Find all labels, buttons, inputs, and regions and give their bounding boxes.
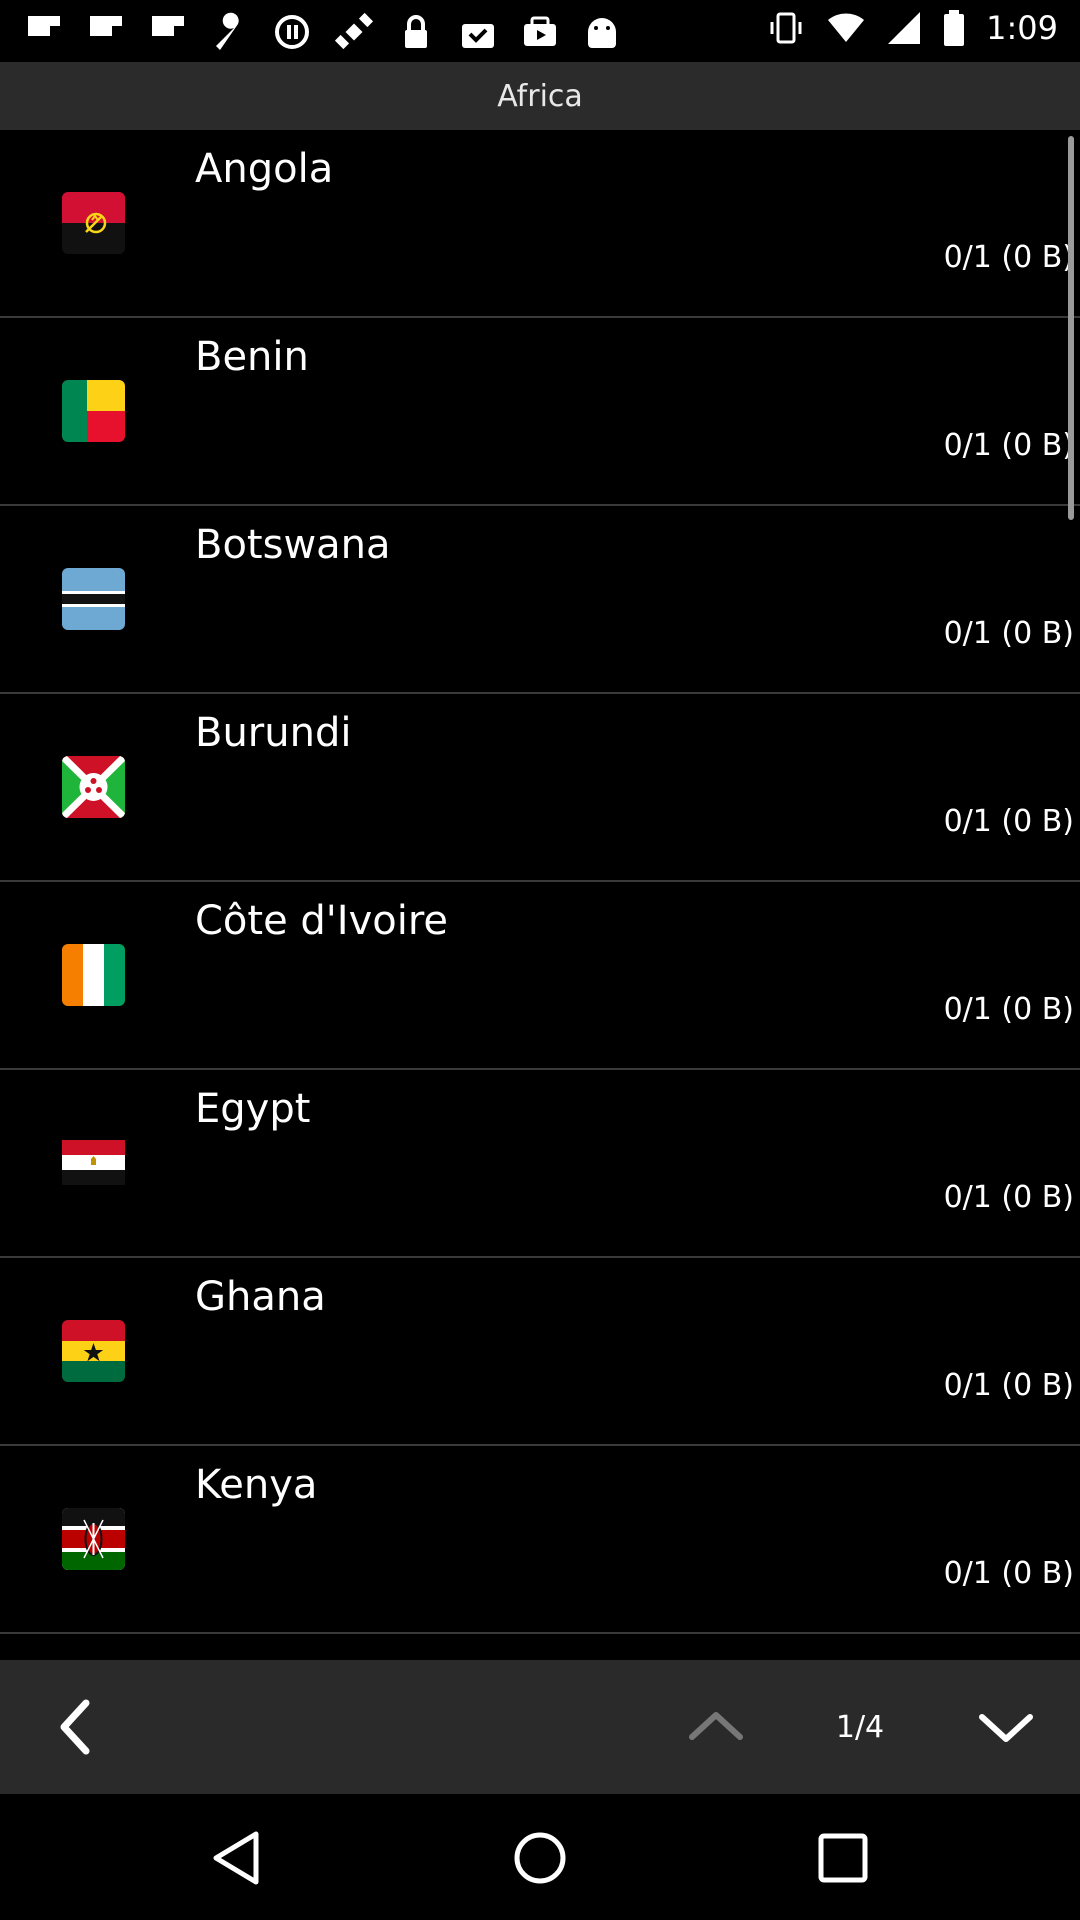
youtube-icon	[524, 16, 556, 46]
download-count: 0/1 (0 B)	[943, 1556, 1074, 1591]
country-list[interactable]: Angola 0/1 (0 B) Benin 0/1 (0 B) Botswan…	[0, 130, 1080, 1660]
country-name: Benin	[195, 334, 309, 380]
download-count: 0/1 (0 B)	[943, 992, 1074, 1027]
download-count: 0/1 (0 B)	[943, 616, 1074, 651]
list-item-kenya[interactable]: Kenya 0/1 (0 B)	[0, 1446, 1080, 1634]
list-item-ghana[interactable]: Ghana 0/1 (0 B)	[0, 1258, 1080, 1446]
download-count: 0/1 (0 B)	[943, 428, 1074, 463]
clipboard-check-icon	[462, 24, 494, 48]
vibrate-icon	[770, 12, 802, 44]
battery-icon	[944, 10, 965, 46]
wifi-icon	[828, 13, 865, 42]
flipboard-icon	[152, 16, 184, 36]
status-right: 1:09	[766, 8, 1058, 48]
flag-angola-icon	[62, 192, 125, 254]
nav-home-icon	[514, 1832, 566, 1884]
status-bar: 1:09	[0, 0, 1080, 62]
country-name: Burundi	[195, 710, 352, 756]
flipboard-icon	[28, 16, 60, 36]
satellite-fake-gps-icon	[334, 12, 374, 50]
nav-back-button[interactable]	[196, 1818, 276, 1898]
flag-burundi-icon	[62, 756, 125, 818]
scrollbar[interactable]	[1068, 136, 1074, 520]
country-name: Egypt	[195, 1086, 311, 1132]
circle-pause-icon	[275, 15, 309, 49]
chevron-left-icon	[60, 1699, 90, 1755]
nav-recents-button[interactable]	[803, 1818, 883, 1898]
download-count: 0/1 (0 B)	[943, 1368, 1074, 1403]
page-title: Africa	[497, 78, 583, 114]
list-item-cote-divoire[interactable]: Côte d'Ivoire 0/1 (0 B)	[0, 882, 1080, 1070]
country-name: Kenya	[195, 1462, 318, 1508]
flipboard-icon	[90, 16, 122, 36]
list-item-botswana[interactable]: Botswana 0/1 (0 B)	[0, 506, 1080, 694]
list-item-egypt[interactable]: Egypt 0/1 (0 B)	[0, 1070, 1080, 1258]
list-item-burundi[interactable]: Burundi 0/1 (0 B)	[0, 694, 1080, 882]
list-item-partial[interactable]	[0, 1634, 1080, 1660]
clock: 1:09	[986, 9, 1058, 47]
back-button[interactable]	[40, 1660, 112, 1794]
flag-botswana-icon	[62, 568, 125, 630]
country-name: Botswana	[195, 522, 391, 568]
list-item-angola[interactable]: Angola 0/1 (0 B)	[0, 130, 1080, 318]
android-icon	[588, 18, 616, 48]
country-name: Angola	[195, 146, 334, 192]
country-name: Ghana	[195, 1274, 326, 1320]
flag-cote-divoire-icon	[62, 944, 125, 1006]
chevron-down-icon	[979, 1714, 1033, 1742]
nav-home-button[interactable]	[500, 1818, 580, 1898]
download-count: 0/1 (0 B)	[943, 1180, 1074, 1215]
download-count: 0/1 (0 B)	[943, 240, 1074, 275]
download-count: 0/1 (0 B)	[943, 804, 1074, 839]
nav-back-icon	[213, 1831, 259, 1885]
flag-benin-icon	[62, 380, 125, 442]
region-header: Africa	[0, 62, 1080, 130]
pagination-bar: 1/4	[0, 1660, 1080, 1794]
country-name: Côte d'Ivoire	[195, 898, 449, 944]
nav-recents-icon	[818, 1833, 868, 1883]
wrench-icon	[216, 12, 239, 51]
notification-icons	[22, 10, 624, 54]
page-up-button[interactable]	[680, 1660, 752, 1794]
system-nav-bar	[0, 1794, 1080, 1920]
flag-kenya-icon	[62, 1508, 125, 1570]
list-item-benin[interactable]: Benin 0/1 (0 B)	[0, 318, 1080, 506]
flag-ghana-icon	[62, 1320, 125, 1382]
lock-icon	[405, 15, 427, 48]
chevron-up-icon	[689, 1712, 743, 1740]
page-down-button[interactable]	[970, 1660, 1042, 1794]
signal-icon	[888, 12, 921, 44]
page-indicator: 1/4	[835, 1709, 885, 1745]
flag-egypt-icon	[62, 1132, 125, 1194]
